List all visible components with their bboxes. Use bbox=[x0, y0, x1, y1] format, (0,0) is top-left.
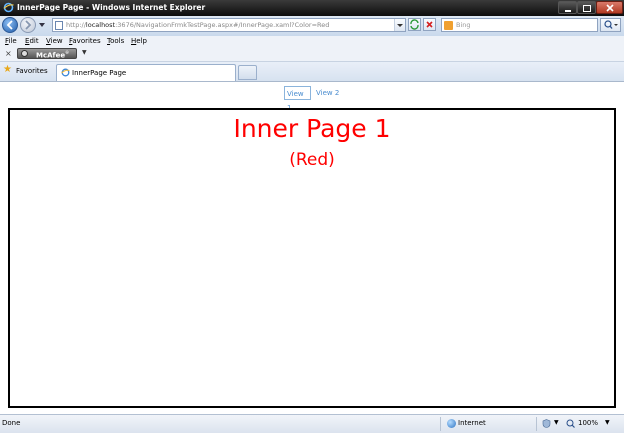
address-dropdown-button[interactable] bbox=[394, 19, 405, 31]
page-icon bbox=[55, 21, 63, 30]
menu-file[interactable]: File bbox=[5, 37, 17, 45]
favorites-bar: ★ Favorites InnerPage Page bbox=[0, 62, 624, 82]
recent-pages-dropdown-icon[interactable] bbox=[38, 22, 46, 28]
stop-button[interactable] bbox=[423, 18, 436, 31]
status-divider bbox=[536, 417, 537, 431]
view-1-link[interactable]: View 1 bbox=[284, 86, 311, 112]
stop-icon bbox=[426, 21, 433, 28]
ie-logo-icon bbox=[3, 2, 14, 13]
address-url[interactable]: http://localhost:3676/NavigationFrmkTest… bbox=[66, 21, 329, 29]
zoom-dropdown-icon[interactable]: ▼ bbox=[605, 419, 610, 426]
page-heading: Inner Page 1 bbox=[233, 114, 391, 143]
menu-view[interactable]: View bbox=[46, 37, 63, 45]
menu-bar: File Edit View Favorites Tools Help bbox=[0, 36, 624, 47]
ie-page-icon bbox=[61, 68, 70, 77]
chevron-down-icon bbox=[397, 24, 403, 27]
status-divider bbox=[440, 417, 441, 431]
page-subheading: (Red) bbox=[289, 150, 335, 170]
close-toolbar-button[interactable]: × bbox=[5, 49, 12, 58]
search-placeholder: Bing bbox=[456, 21, 471, 29]
close-icon bbox=[606, 4, 614, 12]
close-window-button[interactable] bbox=[596, 1, 623, 14]
menu-tools[interactable]: Tools bbox=[107, 37, 124, 45]
address-bar[interactable]: http://localhost:3676/NavigationFrmkTest… bbox=[52, 18, 406, 32]
mcafee-shield-icon bbox=[21, 50, 28, 57]
favorites-label: Favorites bbox=[16, 67, 48, 75]
new-tab-button[interactable] bbox=[238, 65, 257, 80]
globe-icon bbox=[447, 419, 456, 428]
title-bar: InnerPage Page - Windows Internet Explor… bbox=[0, 0, 624, 16]
search-icon bbox=[604, 20, 618, 29]
zoom-icon bbox=[566, 419, 575, 428]
window-title: InnerPage Page - Windows Internet Explor… bbox=[17, 3, 206, 12]
view-2-link[interactable]: View 2 bbox=[314, 86, 342, 100]
bing-icon bbox=[444, 21, 453, 30]
navigation-frame: Inner Page 1 (Red) bbox=[8, 108, 616, 408]
refresh-button[interactable] bbox=[408, 18, 421, 31]
mcafee-label: McAfee® bbox=[36, 50, 70, 60]
menu-edit[interactable]: Edit bbox=[25, 37, 39, 45]
refresh-icon bbox=[410, 19, 419, 30]
minimize-icon bbox=[565, 10, 571, 12]
minimize-button[interactable] bbox=[558, 1, 577, 14]
forward-arrow-icon bbox=[25, 20, 32, 30]
star-icon: ★ bbox=[3, 64, 12, 75]
maximize-button[interactable] bbox=[577, 1, 596, 14]
back-button[interactable] bbox=[2, 17, 18, 33]
mcafee-toolbar: × McAfee® ▼ bbox=[0, 47, 624, 62]
forward-button[interactable] bbox=[20, 17, 36, 33]
tab-label: InnerPage Page bbox=[72, 69, 127, 77]
chevron-down-icon[interactable]: ▼ bbox=[554, 419, 559, 426]
back-arrow-icon bbox=[6, 20, 13, 30]
zoom-level[interactable]: 100% bbox=[578, 419, 598, 427]
page-content: View 1 View 2 Inner Page 1 (Red) bbox=[0, 82, 624, 413]
mcafee-dropdown-icon[interactable]: ▼ bbox=[82, 49, 87, 56]
tab-innerpage[interactable]: InnerPage Page bbox=[56, 64, 236, 81]
status-bar: Done Internet ▼ 100% ▼ bbox=[0, 414, 624, 433]
security-zone[interactable]: Internet bbox=[458, 419, 486, 427]
menu-favorites[interactable]: Favorites bbox=[69, 37, 101, 45]
status-text: Done bbox=[2, 419, 21, 427]
search-button[interactable] bbox=[600, 18, 621, 32]
search-box[interactable]: Bing bbox=[441, 18, 598, 32]
protected-mode-icon[interactable] bbox=[542, 419, 551, 428]
address-toolbar: http://localhost:3676/NavigationFrmkTest… bbox=[0, 16, 624, 36]
mcafee-button[interactable]: McAfee® bbox=[17, 48, 77, 59]
maximize-icon bbox=[583, 5, 591, 12]
menu-help[interactable]: Help bbox=[131, 37, 147, 45]
